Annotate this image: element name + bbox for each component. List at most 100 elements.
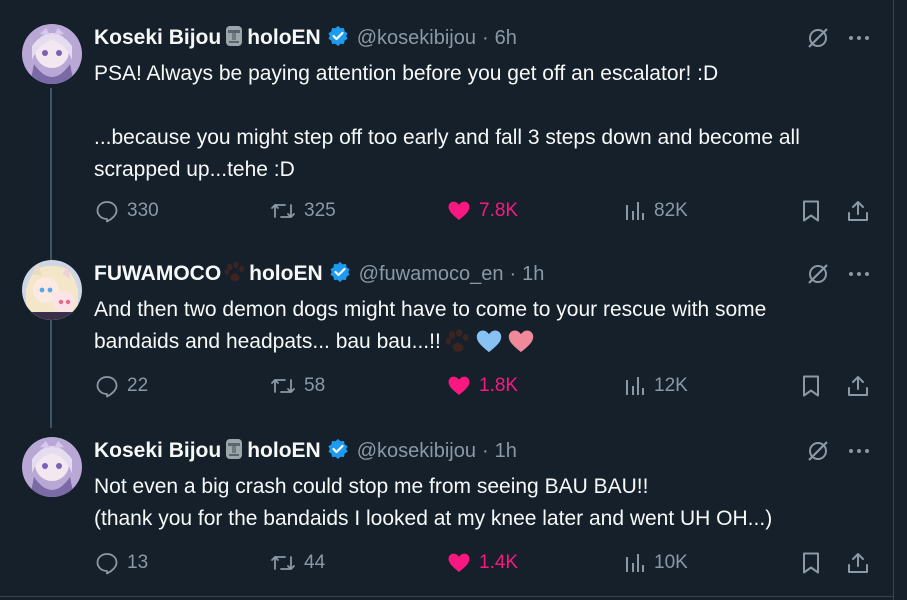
heart-filled-icon — [448, 201, 470, 220]
display-name[interactable]: Koseki Bijou — [94, 26, 221, 50]
affiliation[interactable]: holoEN — [249, 262, 323, 286]
views-count: 12K — [654, 375, 688, 396]
moai-icon — [224, 438, 244, 465]
views-button[interactable]: 82K — [624, 197, 688, 225]
affiliation[interactable]: holoEN — [247, 439, 321, 463]
repost-icon — [271, 556, 295, 570]
verified-badge-icon[interactable] — [327, 438, 349, 465]
share-icon — [848, 201, 868, 221]
views-icon — [626, 202, 644, 220]
like-count: 1.4K — [479, 552, 519, 573]
tweet-header: FUWAMOCO holoEN @fuwamoco_en · 1h — [94, 261, 544, 288]
pink-heart-icon — [507, 328, 535, 364]
like-button[interactable]: 1.8K — [447, 372, 518, 400]
tweet-actions: 22 58 1.8K 12K — [0, 372, 893, 400]
reply-icon — [96, 201, 118, 223]
paw-icon — [224, 261, 246, 288]
avatar[interactable] — [22, 24, 82, 84]
tweet[interactable]: Koseki Bijou holoEN @kosekibijou · 6h PS… — [0, 24, 893, 224]
bookmark-icon — [803, 375, 819, 397]
verified-badge-icon[interactable] — [327, 25, 349, 52]
moai-icon — [224, 25, 244, 52]
more-options-icon[interactable] — [845, 24, 873, 52]
tweet[interactable]: Koseki Bijou holoEN @kosekibijou · 1h No… — [0, 437, 893, 587]
reply-count: 330 — [127, 200, 159, 221]
tweet-text-line: (thank you for the bandaids I looked at … — [94, 507, 773, 530]
tweet-text: And then two demon dogs might have to co… — [94, 294, 884, 364]
blue-heart-icon — [475, 328, 503, 364]
repost-icon — [271, 379, 295, 393]
avatar[interactable] — [22, 260, 82, 320]
more-options-icon[interactable] — [845, 437, 873, 465]
tweet-text-line: scrapped up...tehe :D — [94, 158, 295, 181]
views-button[interactable]: 12K — [624, 372, 688, 400]
tweet-text: PSA! Always be paying attention before y… — [94, 58, 884, 186]
repost-button[interactable]: 44 — [270, 549, 325, 577]
reply-button[interactable]: 330 — [95, 197, 159, 225]
views-icon — [626, 377, 644, 395]
views-count: 82K — [654, 200, 688, 221]
like-button[interactable]: 7.8K — [447, 197, 518, 225]
bookmark-icon — [803, 552, 819, 574]
divider — [0, 596, 893, 597]
reply-button[interactable]: 13 — [95, 549, 148, 577]
grok-icon[interactable] — [804, 24, 832, 52]
timestamp[interactable]: 6h — [495, 27, 517, 50]
bookmark-button[interactable] — [800, 549, 822, 577]
column-border — [893, 0, 894, 600]
display-name[interactable]: FUWAMOCO — [94, 262, 221, 286]
handle[interactable]: @fuwamoco_en — [359, 263, 504, 286]
views-button[interactable]: 10K — [624, 549, 688, 577]
repost-count: 44 — [304, 552, 326, 573]
paragraph-break — [94, 90, 884, 122]
tweet-text-line: Not even a big crash could stop me from … — [94, 475, 649, 498]
share-icon — [848, 376, 868, 396]
tweet-header: Koseki Bijou holoEN @kosekibijou · 6h — [94, 25, 517, 52]
timestamp[interactable]: 1h — [495, 440, 517, 463]
tweet-text-line-with-emoji: bandaids and headpats... bau bau...!! — [94, 326, 884, 364]
share-button[interactable] — [846, 372, 870, 400]
separator: · — [481, 439, 489, 462]
tweet[interactable]: FUWAMOCO holoEN @fuwamoco_en · 1h And th… — [0, 260, 893, 410]
repost-icon — [271, 204, 295, 218]
heart-filled-icon — [448, 553, 470, 572]
tweet-text-line: PSA! Always be paying attention before y… — [94, 62, 719, 85]
tweet-text-line: And then two demon dogs might have to co… — [94, 298, 767, 321]
repost-count: 325 — [304, 200, 336, 221]
reply-count: 22 — [127, 375, 149, 396]
timestamp[interactable]: 1h — [522, 263, 544, 286]
bookmark-button[interactable] — [800, 197, 822, 225]
grok-icon[interactable] — [804, 437, 832, 465]
views-count: 10K — [654, 552, 688, 573]
share-button[interactable] — [846, 549, 870, 577]
bookmark-icon — [803, 200, 819, 222]
display-name[interactable]: Koseki Bijou — [94, 439, 221, 463]
verified-badge-icon[interactable] — [329, 261, 351, 288]
separator: · — [481, 26, 489, 49]
tweet-thread: Koseki Bijou holoEN @kosekibijou · 6h PS… — [0, 0, 893, 600]
bookmark-button[interactable] — [800, 372, 822, 400]
reply-count: 13 — [127, 552, 149, 573]
reply-button[interactable]: 22 — [95, 372, 148, 400]
tweet-text-line: bandaids and headpats... bau bau...!! — [94, 330, 441, 353]
like-count: 7.8K — [479, 200, 519, 221]
share-icon — [848, 553, 868, 573]
handle[interactable]: @kosekibijou — [357, 27, 476, 50]
reply-icon — [96, 376, 118, 398]
like-button[interactable]: 1.4K — [447, 549, 518, 577]
separator: · — [509, 262, 517, 285]
affiliation[interactable]: holoEN — [247, 26, 321, 50]
more-options-icon[interactable] — [845, 260, 873, 288]
repost-button[interactable]: 58 — [270, 372, 325, 400]
share-button[interactable] — [846, 197, 870, 225]
repost-count: 58 — [304, 375, 326, 396]
grok-icon[interactable] — [804, 260, 832, 288]
tweet-header: Koseki Bijou holoEN @kosekibijou · 1h — [94, 438, 517, 465]
paw-icon — [445, 328, 471, 364]
handle[interactable]: @kosekibijou — [357, 440, 476, 463]
tweet-text-line: ...because you might step off too early … — [94, 126, 800, 149]
heart-filled-icon — [448, 376, 470, 395]
tweet-text: Not even a big crash could stop me from … — [94, 471, 884, 535]
avatar[interactable] — [22, 437, 82, 497]
repost-button[interactable]: 325 — [270, 197, 336, 225]
